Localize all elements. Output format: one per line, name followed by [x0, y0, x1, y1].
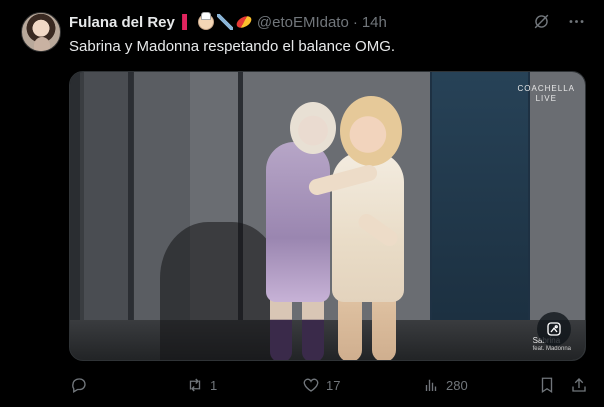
- performer-shadow: [160, 222, 280, 360]
- views-button[interactable]: 280: [422, 374, 468, 396]
- tweet-media-video[interactable]: COACHELLA LIVE Sabrina feat. Madonna: [69, 71, 586, 361]
- more-options-icon[interactable]: [567, 12, 586, 31]
- tweet-actions-bar: 1 17 280: [70, 374, 590, 396]
- meta-separator: ·: [352, 13, 358, 31]
- reply-icon: [72, 378, 86, 393]
- grok-icon[interactable]: [532, 12, 551, 31]
- nurse-face-emoji-icon: [197, 12, 214, 30]
- share-icon: [572, 378, 586, 392]
- author-handle[interactable]: @etoEMIdato: [257, 14, 349, 31]
- syringe-emoji-icon: [216, 14, 233, 30]
- name-emojis: [179, 12, 254, 31]
- retweet-icon: [189, 378, 201, 392]
- image-description-icon: [547, 322, 561, 336]
- retweet-count: 1: [210, 377, 218, 393]
- tweet-timestamp[interactable]: 14h: [362, 14, 387, 31]
- views-bar-chart-icon: [425, 379, 437, 391]
- coachella-watermark: COACHELLA LIVE: [518, 84, 575, 104]
- retweet-button[interactable]: 1: [186, 374, 217, 396]
- caption-featuring: feat. Madonna: [532, 346, 571, 352]
- bookmark-button[interactable]: [538, 374, 556, 396]
- performer-left-head: [290, 102, 336, 154]
- reply-button[interactable]: [70, 374, 94, 396]
- tweet-top-actions: [532, 12, 586, 31]
- pill-emoji-icon: [234, 13, 254, 31]
- stage-floor: [70, 320, 585, 360]
- like-button[interactable]: 17: [302, 374, 340, 396]
- author-avatar[interactable]: [21, 12, 61, 52]
- stage-panel: [432, 72, 528, 360]
- stage-pole: [128, 72, 133, 360]
- like-count: 17: [326, 377, 341, 393]
- red-boot-emoji-icon: [182, 14, 195, 30]
- image-description-button[interactable]: [537, 312, 571, 346]
- performer-left: [266, 142, 330, 302]
- heart-icon: [303, 378, 319, 392]
- share-button[interactable]: [570, 374, 588, 396]
- watermark-brand: COACHELLA: [517, 84, 575, 93]
- bookmark-icon: [541, 377, 553, 394]
- tweet-header: Fulana del Rey @etoEMIdato · 14h: [69, 12, 387, 32]
- tweet-text: Sabrina y Madonna respetando el balance …: [69, 38, 396, 55]
- author-display-name[interactable]: Fulana del Rey: [69, 14, 175, 31]
- views-count: 280: [446, 377, 468, 393]
- performer-right-head: [340, 96, 402, 166]
- watermark-live: LIVE: [535, 94, 557, 103]
